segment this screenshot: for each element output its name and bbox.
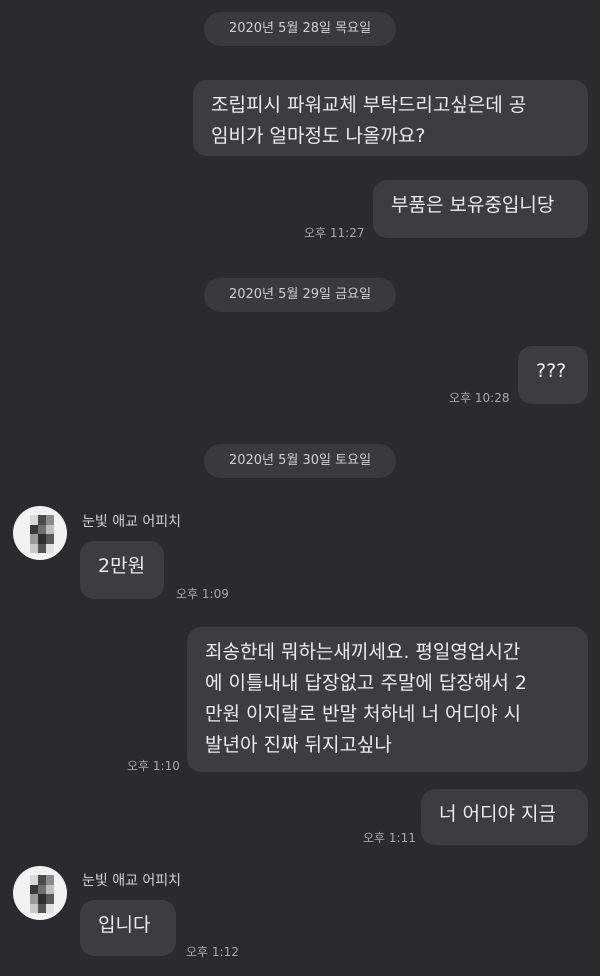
incoming-message[interactable]: 입니다 (80, 900, 176, 956)
date-divider: 2020년 5월 29일 금요일 (204, 278, 396, 312)
message-time: 오후 1:09 (176, 587, 229, 601)
incoming-message[interactable]: 2만원 (80, 541, 164, 599)
sender-name: 눈빛 애교 어피치 (82, 514, 182, 530)
message-time: 오후 11:27 (304, 226, 365, 240)
outgoing-message[interactable]: ??? (518, 346, 588, 404)
outgoing-message[interactable]: 부품은 보유중입니당 (373, 180, 588, 238)
date-divider: 2020년 5월 28일 목요일 (204, 12, 396, 46)
outgoing-message[interactable]: 죄송한데 뭐하는새끼세요. 평일영업시간 에 이틀내내 답장없고 주말에 답장해… (187, 627, 588, 772)
pixelated-profile-icon[interactable] (13, 506, 67, 560)
pixelated-profile-icon[interactable] (13, 866, 67, 920)
message-time: 오후 1:10 (127, 759, 180, 773)
outgoing-message[interactable]: 너 어디야 지금 (421, 789, 588, 845)
sender-name: 눈빛 애교 어피치 (82, 873, 182, 889)
outgoing-message[interactable]: 조립피시 파워교체 부탁드리고싶은데 공 임비가 얼마정도 나올까요? (193, 80, 588, 156)
message-time: 오후 10:28 (449, 391, 510, 405)
message-time: 오후 1:12 (186, 945, 239, 959)
message-time: 오후 1:11 (363, 831, 416, 845)
date-divider: 2020년 5월 30일 토요일 (204, 444, 396, 478)
chat-screen: 2020년 5월 28일 목요일 조립피시 파워교체 부탁드리고싶은데 공 임비… (0, 0, 600, 976)
